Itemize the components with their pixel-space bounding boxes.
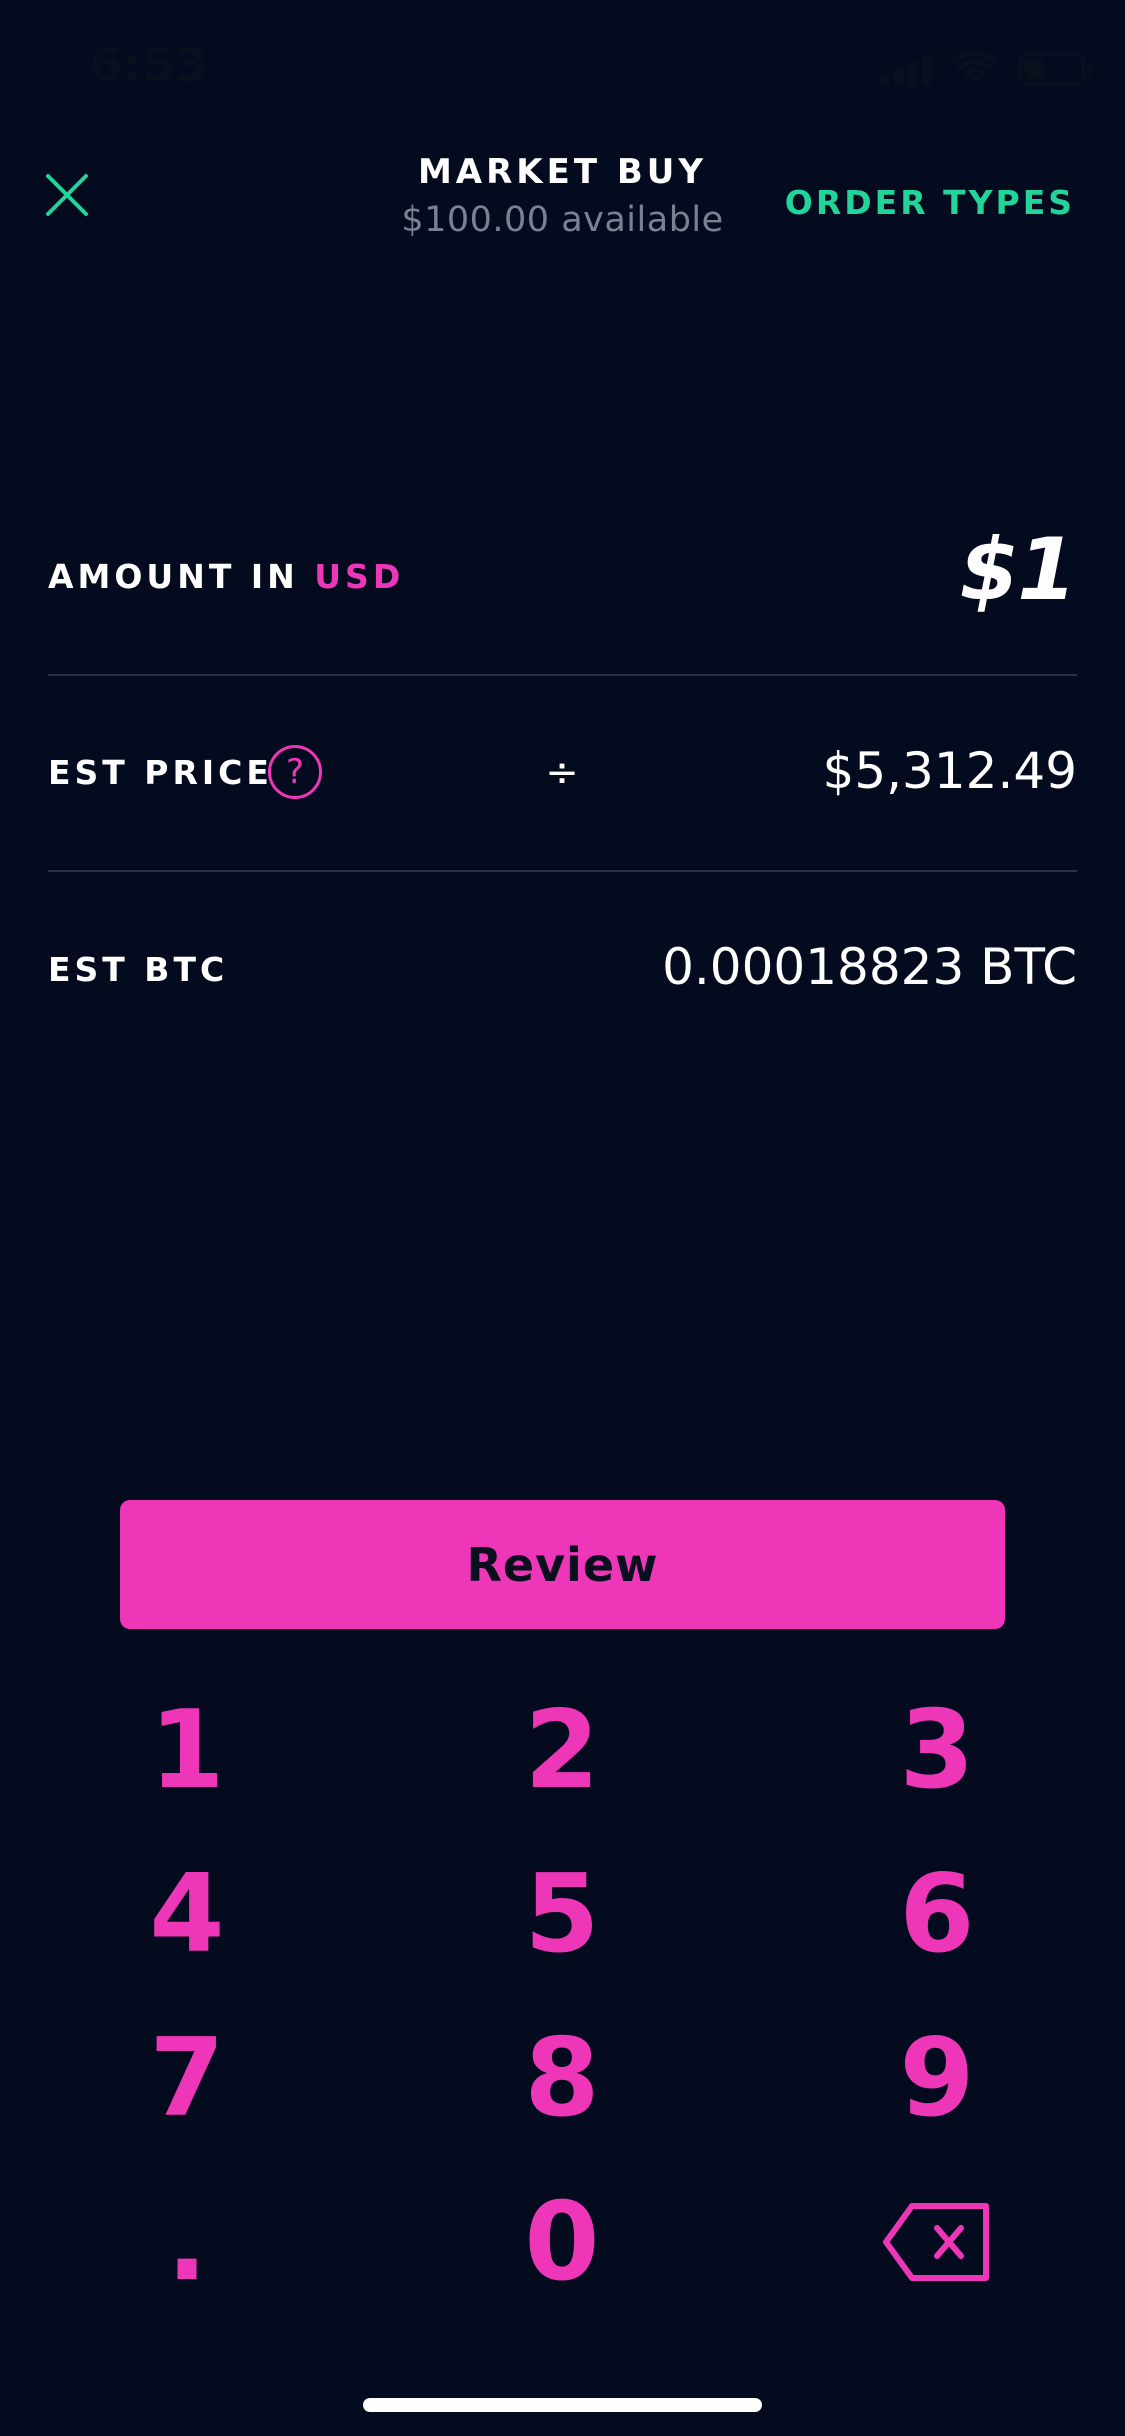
help-icon[interactable]: ?: [268, 745, 322, 799]
est-price-value: $5,312.49: [822, 742, 1077, 800]
keypad-key-7[interactable]: 7: [87, 2008, 287, 2148]
cellular-signal-icon: [880, 52, 931, 86]
keypad-key-2[interactable]: 2: [462, 1680, 662, 1820]
est-btc-value: 0.00018823 BTC: [662, 938, 1077, 996]
status-time: 6:53: [90, 38, 209, 92]
divider: [48, 674, 1077, 676]
keypad-key-4[interactable]: 4: [87, 1844, 287, 1984]
amount-label: AMOUNT IN: [48, 557, 299, 596]
keypad-key-decimal[interactable]: .: [87, 2172, 287, 2312]
keypad-key-5[interactable]: 5: [462, 1844, 662, 1984]
amount-label-group: AMOUNT IN USD: [48, 557, 404, 596]
battery-icon: [1019, 53, 1091, 85]
amount-value: $1: [959, 520, 1077, 620]
market-buy-screen: 6:53 MARKET BUY $100.00 available ORDER …: [0, 0, 1125, 2436]
keypad-key-8[interactable]: 8: [462, 2008, 662, 2148]
order-types-button[interactable]: ORDER TYPES: [785, 183, 1075, 222]
est-btc-label: EST BTC: [48, 950, 229, 989]
status-bar: 6:53: [0, 0, 1125, 130]
currency-toggle[interactable]: USD: [314, 557, 404, 596]
battery-level: [1025, 59, 1044, 79]
backspace-icon: [883, 2203, 989, 2281]
review-button[interactable]: Review: [120, 1500, 1005, 1629]
est-price-label: EST PRICE: [48, 753, 273, 792]
wifi-icon: [953, 52, 997, 84]
home-indicator[interactable]: [363, 2398, 762, 2412]
divider: [48, 870, 1077, 872]
keypad-key-3[interactable]: 3: [837, 1680, 1037, 1820]
keypad-key-1[interactable]: 1: [87, 1680, 287, 1820]
keypad-key-0[interactable]: 0: [462, 2172, 662, 2312]
keypad-key-9[interactable]: 9: [837, 2008, 1037, 2148]
status-icons: [880, 52, 1091, 86]
backspace-button[interactable]: [837, 2172, 1037, 2312]
keypad-key-6[interactable]: 6: [837, 1844, 1037, 1984]
divide-icon: ÷: [545, 750, 579, 796]
